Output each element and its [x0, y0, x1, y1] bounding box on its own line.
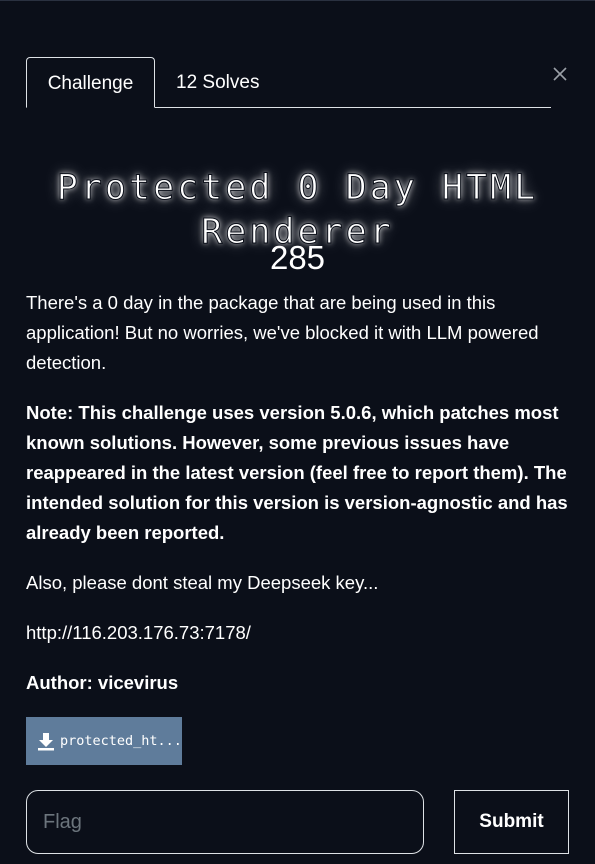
challenge-author: Author: vicevirus [26, 672, 179, 693]
flag-input[interactable] [26, 790, 424, 854]
file-name: protected_ht... [60, 733, 182, 749]
close-icon[interactable] [549, 63, 571, 85]
challenge-tabs: Challenge 12 Solves [26, 57, 551, 108]
challenge-modal: Challenge 12 Solves Protected 0 Day HTML… [0, 0, 595, 864]
submit-button[interactable]: Submit [454, 790, 569, 854]
challenge-points: 285 [269, 239, 326, 276]
challenge-deepseek-line: Also, please dont steal my Deepseek key.… [26, 572, 379, 593]
challenge-note: Note: This challenge uses version 5.0.6,… [26, 402, 568, 543]
tab-challenge[interactable]: Challenge [26, 57, 155, 108]
tab-solves[interactable]: 12 Solves [176, 57, 286, 108]
challenge-description: There's a 0 day in the package that are … [26, 292, 539, 373]
download-icon [36, 731, 56, 751]
challenge-url[interactable]: http://116.203.176.73:7178/ [26, 618, 571, 648]
download-file-button[interactable]: protected_ht... [26, 717, 182, 765]
